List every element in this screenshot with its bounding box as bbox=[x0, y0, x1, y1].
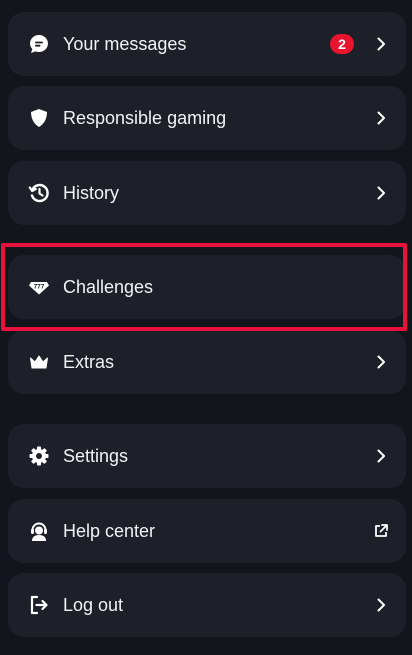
unread-count-badge: 2 bbox=[330, 34, 354, 54]
menu-item-your-messages[interactable]: Your messages 2 bbox=[8, 12, 406, 76]
support-agent-icon bbox=[28, 520, 50, 542]
chevron-right-icon bbox=[372, 596, 390, 614]
chevron-right-icon bbox=[372, 447, 390, 465]
menu-item-extras[interactable]: Extras bbox=[8, 330, 406, 394]
menu-item-label: Settings bbox=[63, 445, 129, 466]
menu-item-label: Help center bbox=[63, 520, 156, 541]
menu-item-help-center[interactable]: Help center bbox=[8, 499, 406, 563]
history-icon bbox=[28, 182, 50, 204]
shield-icon bbox=[28, 107, 50, 129]
menu-item-label: Extras bbox=[63, 351, 115, 372]
external-link-icon bbox=[372, 522, 390, 540]
chevron-right-icon bbox=[372, 184, 390, 202]
chevron-right-icon bbox=[372, 35, 390, 53]
menu-item-log-out[interactable]: Log out bbox=[8, 573, 406, 637]
challenges-highlight-outline bbox=[1, 243, 407, 331]
menu-item-settings[interactable]: Settings bbox=[8, 424, 406, 488]
gear-icon bbox=[28, 445, 50, 467]
menu-item-label: History bbox=[63, 182, 120, 203]
menu-item-label: Your messages bbox=[63, 33, 187, 54]
menu-item-history[interactable]: History bbox=[8, 161, 406, 225]
menu-item-label: Log out bbox=[63, 594, 124, 615]
crown-icon bbox=[28, 351, 50, 373]
chevron-right-icon bbox=[372, 109, 390, 127]
chat-bubble-icon bbox=[28, 33, 50, 55]
chevron-right-icon bbox=[372, 353, 390, 371]
menu-item-label: Responsible gaming bbox=[63, 107, 227, 128]
logout-icon bbox=[28, 594, 50, 616]
menu-item-responsible-gaming[interactable]: Responsible gaming bbox=[8, 86, 406, 150]
